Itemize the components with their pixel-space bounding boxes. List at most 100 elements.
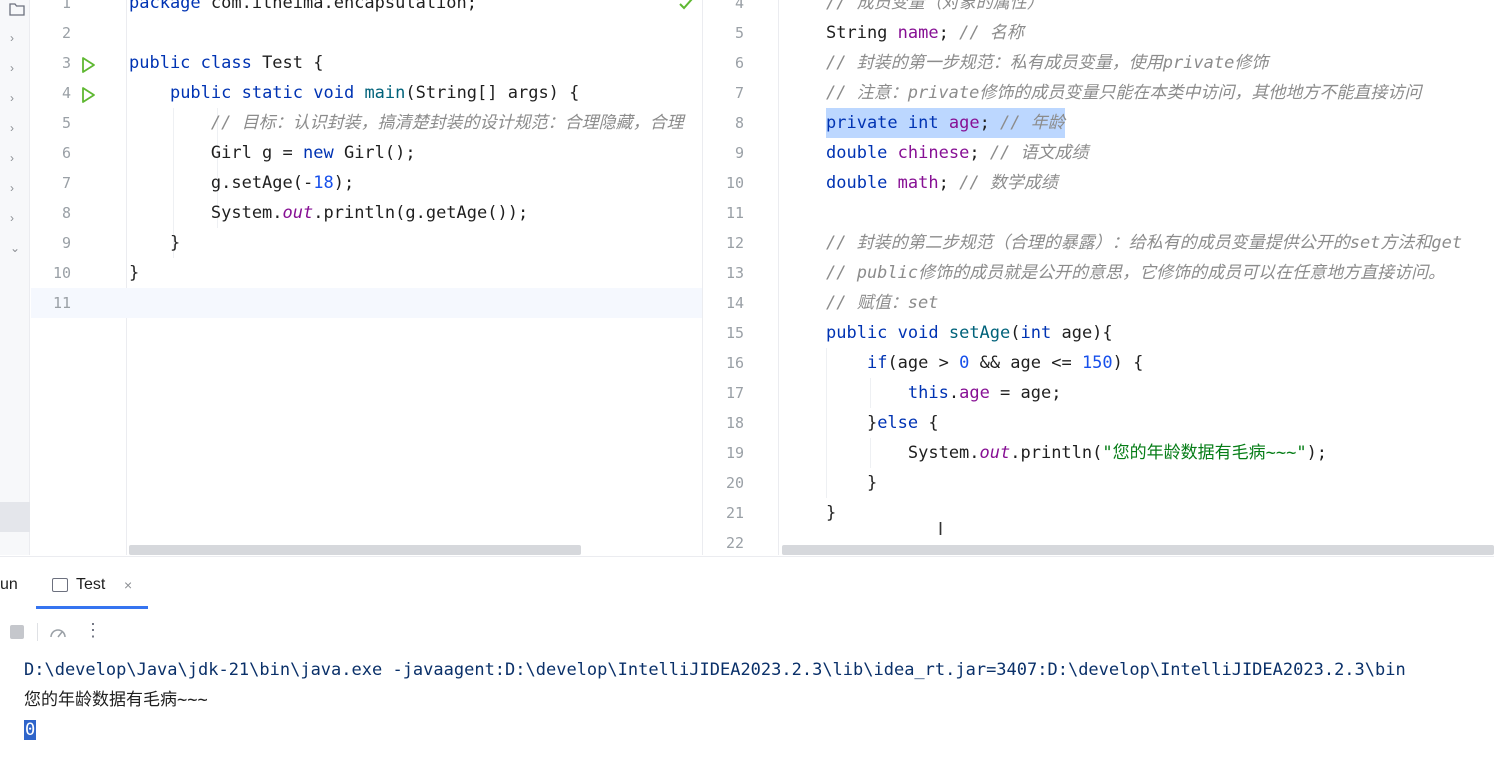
horizontal-scrollbar[interactable] <box>782 545 1494 555</box>
code-line[interactable]: 18 }else { <box>704 408 1494 438</box>
chevron-right-icon[interactable]: › <box>10 62 22 74</box>
code-line[interactable]: 9 double chinese; // 语文成绩 <box>704 138 1494 168</box>
code-text: // 封装的第二步规范（合理的暴露）：给私有的成员变量提供公开的set方法和ge… <box>826 228 1462 258</box>
inspection-ok-check-icon[interactable] <box>678 0 694 12</box>
code-line[interactable]: 17 this.age = age; <box>704 378 1494 408</box>
code-token: // 目标：认识封装，搞清楚封装的设计规范：合理隐藏，合理 <box>210 113 684 133</box>
code-token: } <box>129 263 140 283</box>
line-number: 21 <box>725 504 744 522</box>
line-number: 9 <box>734 144 744 162</box>
code-token: // 赋值：set <box>826 293 939 313</box>
code-line[interactable]: 5 String name; // 名称 <box>704 18 1494 48</box>
code-line[interactable]: 4 // 成员变量（对象的属性） <box>704 0 1494 18</box>
code-line[interactable]: 7 g.setAge(-18); <box>31 168 702 198</box>
code-line[interactable]: 15 public void setAge(int age){ <box>704 318 1494 348</box>
line-number: 11 <box>725 204 744 222</box>
code-line[interactable]: 8 private int age; // 年龄 <box>704 108 1494 138</box>
code-line[interactable]: 8 System.out.println(g.getAge()); <box>31 198 702 228</box>
console-result-value: 0 <box>24 720 37 740</box>
code-line[interactable]: 19 System.out.println("您的年龄数据有毛病~~~"); <box>704 438 1494 468</box>
more-options-icon[interactable]: ⋮ <box>84 620 102 640</box>
code-line[interactable]: 11 <box>31 288 702 318</box>
code-line[interactable]: 12 // 封装的第二步规范（合理的暴露）：给私有的成员变量提供公开的set方法和… <box>704 228 1494 258</box>
stop-button[interactable] <box>10 625 24 639</box>
code-line[interactable]: 14 // 赋值：set <box>704 288 1494 318</box>
code-line[interactable]: 20 } <box>704 468 1494 498</box>
chevron-right-icon[interactable]: › <box>10 32 22 44</box>
code-text: // 封装的第一步规范：私有成员变量，使用private修饰 <box>826 48 1268 78</box>
code-token: int <box>1020 323 1052 343</box>
code-line[interactable]: 4 public static void main(String[] args)… <box>31 78 702 108</box>
line-number: 22 <box>725 534 744 552</box>
code-text: // 成员变量（对象的属性） <box>826 0 1044 18</box>
chevron-right-icon[interactable]: › <box>10 122 22 134</box>
code-line[interactable]: 11 <box>704 198 1494 228</box>
code-token: // 封装的第二步规范（合理的暴露）：给私有的成员变量提供公开的set方法和ge… <box>826 233 1463 253</box>
code-text: package com.itheima.encapsulation; <box>129 0 477 18</box>
line-number: 12 <box>725 234 744 252</box>
line-number: 14 <box>725 294 744 312</box>
code-text: public void setAge(int age){ <box>826 318 1113 348</box>
code-token: new <box>303 143 334 163</box>
run-tab-test[interactable]: Test × <box>36 565 148 609</box>
code-token: // 名称 <box>959 23 1024 43</box>
code-line[interactable]: 1 package com.itheima.encapsulation; <box>31 0 702 18</box>
code-token: "您的年龄数据有毛病~~~" <box>1102 443 1307 463</box>
code-token: { <box>918 413 939 433</box>
code-line[interactable]: 9 } <box>31 228 702 258</box>
code-token: ; <box>938 23 960 43</box>
run-gutter-icon[interactable] <box>79 84 97 103</box>
project-folder-icon[interactable] <box>9 2 25 16</box>
line-number: 4 <box>734 0 744 12</box>
line-number: 19 <box>725 444 744 462</box>
chevron-down-icon[interactable]: ⌄ <box>10 242 22 254</box>
code-token: (String[] args) { <box>405 83 580 103</box>
code-line[interactable]: 10} <box>31 258 702 288</box>
code-token: } <box>826 503 837 523</box>
code-token: else <box>877 413 919 433</box>
code-token: private int <box>826 113 939 133</box>
code-text: }else { <box>826 408 939 438</box>
chevron-right-icon[interactable]: › <box>10 92 22 104</box>
editor-pane-girl[interactable]: 4 // 成员变量（对象的属性） 5 String name; // 名称 6 // 封装… <box>704 0 1494 555</box>
code-text: if(age > 0 && age <= 150) { <box>826 348 1143 378</box>
project-tool-strip: › › › › › › › ⌄ <box>0 0 30 555</box>
run-gutter-icon[interactable] <box>79 54 97 73</box>
editor-pane-test[interactable]: 1 package com.itheima.encapsulation; 2 3 pub… <box>31 0 703 555</box>
close-tab-icon[interactable]: × <box>124 577 132 593</box>
line-number: 11 <box>52 294 71 312</box>
code-line[interactable]: 5 // 目标：认识封装，搞清楚封装的设计规范：合理隐藏，合理 <box>31 108 702 138</box>
code-token: public class <box>129 53 252 73</box>
code-token: .println( <box>1010 443 1103 463</box>
horizontal-scrollbar[interactable] <box>129 545 581 555</box>
chevron-right-icon[interactable]: › <box>10 152 22 164</box>
code-line[interactable]: 16 if(age > 0 && age <= 150) { <box>704 348 1494 378</box>
code-token: } <box>826 413 878 433</box>
chevron-right-icon[interactable]: › <box>10 212 22 224</box>
code-token: System. <box>129 203 283 223</box>
code-line[interactable]: 6 // 封装的第一步规范：私有成员变量，使用private修饰 <box>704 48 1494 78</box>
code-line[interactable]: 2 <box>31 18 702 48</box>
chevron-right-icon[interactable]: › <box>10 182 22 194</box>
code-token: // 成员变量（对象的属性） <box>826 0 1044 13</box>
code-text: System.out.println(g.getAge()); <box>129 198 528 228</box>
console-command-line: D:\develop\Java\jdk-21\bin\java.exe -jav… <box>24 660 1406 680</box>
code-text: this.age = age; <box>826 378 1062 408</box>
code-text: double chinese; // 语文成绩 <box>826 138 1089 168</box>
code-line[interactable]: 21} <box>704 498 1494 528</box>
code-line[interactable]: 10 double math; // 数学成绩 <box>704 168 1494 198</box>
code-line[interactable]: 13 // public修饰的成员就是公开的意思，它修饰的成员可以在任意地方直接访… <box>704 258 1494 288</box>
code-line[interactable]: 3 public class Test { <box>31 48 702 78</box>
selected-tree-row <box>0 502 30 532</box>
code-token: ); <box>333 173 355 193</box>
code-line[interactable]: 7 // 注意：private修饰的成员变量只能在本类中访问，其他地方不能直接访问 <box>704 78 1494 108</box>
profiler-gauge-icon[interactable] <box>48 623 68 641</box>
code-token: } <box>826 473 878 493</box>
code-line[interactable]: 6 Girl g = new Girl(); <box>31 138 702 168</box>
code-token: age <box>948 113 980 133</box>
code-token: g.setAge(- <box>129 173 314 193</box>
